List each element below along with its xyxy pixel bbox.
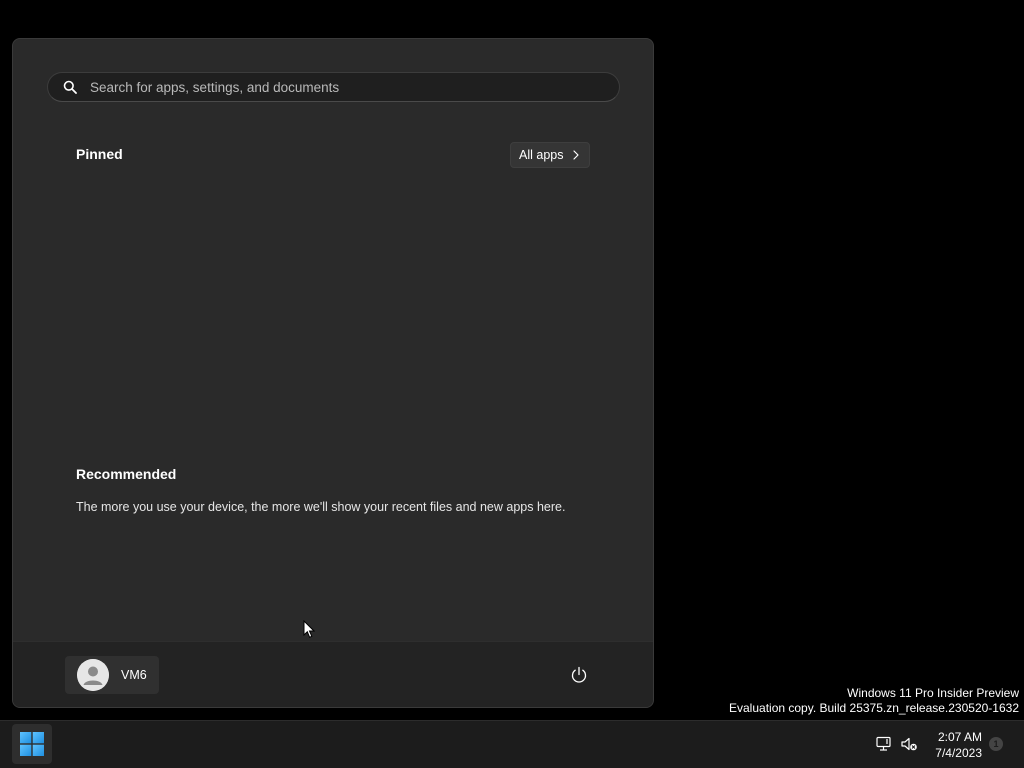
user-account-button[interactable]: VM6 [65, 656, 159, 694]
evaluation-watermark: Windows 11 Pro Insider Preview Evaluatio… [729, 686, 1019, 716]
start-button[interactable] [12, 724, 52, 764]
volume-muted-icon[interactable] [899, 734, 919, 754]
clock-date: 7/4/2023 [935, 746, 982, 760]
all-apps-label: All apps [519, 148, 564, 162]
mouse-cursor-icon [303, 619, 316, 644]
search-icon [62, 79, 78, 95]
all-apps-button[interactable]: All apps [510, 142, 590, 168]
power-icon [571, 666, 587, 683]
chevron-right-icon [572, 150, 580, 160]
avatar [77, 659, 109, 691]
notification-badge[interactable]: 1 [989, 737, 1003, 751]
clock-time: 2:07 AM [937, 730, 982, 744]
windows-logo-icon [20, 732, 44, 756]
taskbar: 2:07 AM 7/4/2023 1 [0, 720, 1024, 768]
search-input[interactable] [90, 79, 590, 95]
user-name: VM6 [121, 668, 147, 682]
desktop: Pinned All apps Recommended The more you… [0, 0, 1024, 768]
power-button[interactable] [565, 661, 593, 689]
clock[interactable]: 2:07 AM 7/4/2023 [926, 729, 982, 761]
start-menu: Pinned All apps Recommended The more you… [12, 38, 654, 708]
recommended-title: Recommended [76, 466, 177, 482]
start-menu-footer: VM6 [13, 641, 653, 707]
network-disconnected-icon[interactable] [874, 734, 894, 754]
user-icon [77, 659, 109, 691]
pinned-title: Pinned [76, 146, 123, 162]
search-box[interactable] [47, 72, 620, 102]
watermark-line1: Windows 11 Pro Insider Preview [847, 686, 1019, 700]
recommended-empty-message: The more you use your device, the more w… [76, 500, 566, 514]
watermark-line2: Evaluation copy. Build 25375.zn_release.… [729, 701, 1019, 715]
